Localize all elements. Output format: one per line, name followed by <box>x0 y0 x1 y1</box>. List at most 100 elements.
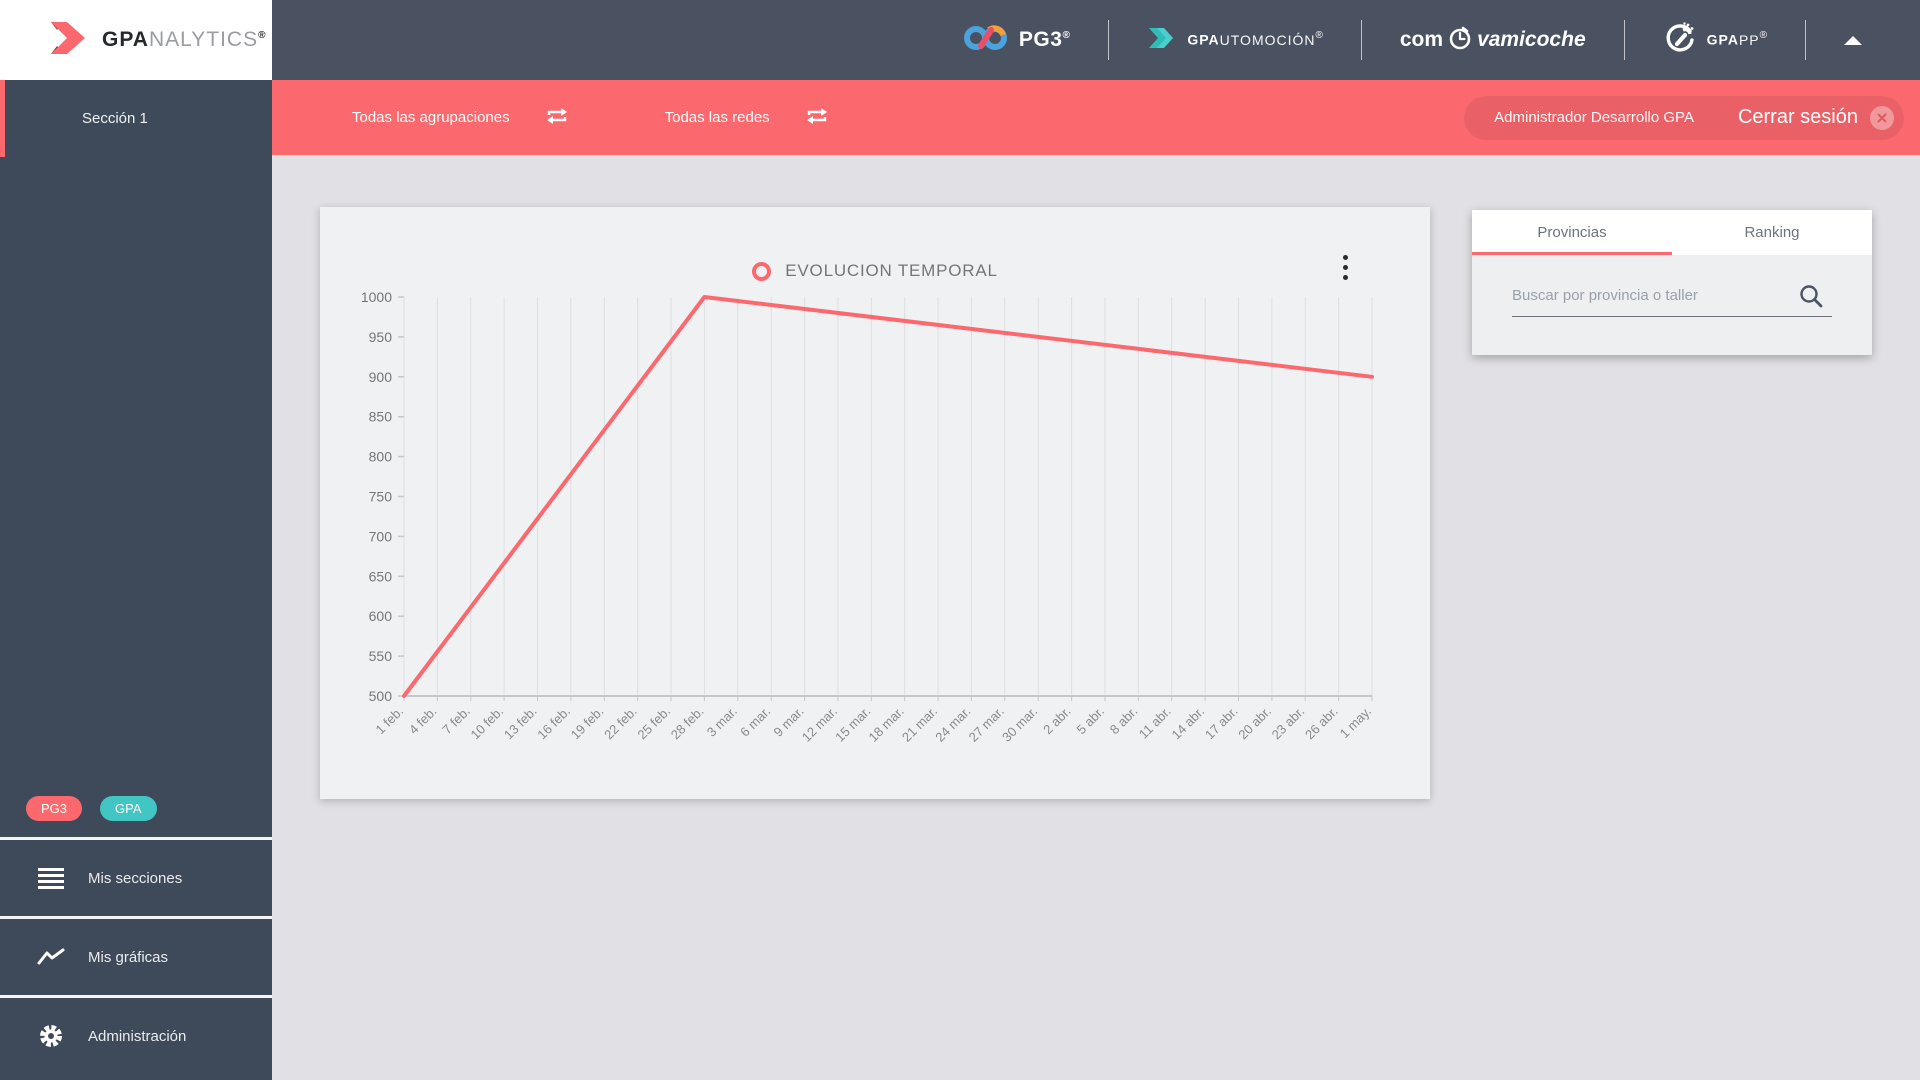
gpanalytics-arrow-icon <box>46 17 90 64</box>
section-label: Sección 1 <box>82 110 148 127</box>
svg-text:900: 900 <box>369 369 393 385</box>
filter-redes-button[interactable]: Todas las redes <box>665 104 830 132</box>
logout-label: Cerrar sesión <box>1737 106 1858 128</box>
search-input[interactable] <box>1512 275 1832 317</box>
wrench-circle-icon <box>1663 21 1697 60</box>
sidebar-item-seccion-1[interactable]: Sección 1 <box>0 80 272 157</box>
pg3-badge[interactable]: PG3 <box>26 796 83 821</box>
panel-search-area <box>1472 255 1872 355</box>
swap-arrows-icon <box>544 104 570 132</box>
svg-text:16 feb.: 16 feb. <box>534 704 573 743</box>
svg-text:24 mar.: 24 mar. <box>932 704 973 745</box>
tab-provincias[interactable]: Provincias <box>1472 210 1672 255</box>
filter-agrupaciones-button[interactable]: Todas las agrupaciones <box>352 104 570 132</box>
page: { "header": { "logos": [ {"name": "PG3",… <box>0 0 1920 1080</box>
chart-legend: EVOLUCION TEMPORAL <box>320 261 1430 281</box>
svg-text:20 abr.: 20 abr. <box>1235 704 1274 743</box>
gpautomocion-arrow-icon <box>1147 25 1177 56</box>
sidebar-item-mis-graficas[interactable]: Mis gráficas <box>0 916 272 995</box>
gpapp-logo-text: GPAPP® <box>1706 30 1767 48</box>
svg-text:950: 950 <box>369 329 393 345</box>
user-session-pill: Administrador Desarrollo GPA Cerrar sesi… <box>1464 95 1904 140</box>
svg-text:750: 750 <box>369 489 393 505</box>
svg-text:650: 650 <box>369 568 393 584</box>
svg-text:550: 550 <box>369 648 393 664</box>
sidebar: GPANALYTICS® Sección 1 PG3 GPA Mis secci… <box>0 0 272 1080</box>
svg-text:6 mar.: 6 mar. <box>737 704 773 740</box>
gpanalytics-logo: GPANALYTICS® <box>0 0 272 80</box>
pg3-logo-text: PG3® <box>1018 28 1071 51</box>
pg3-logo: PG3® <box>963 22 1070 59</box>
chart-kebab-menu-icon[interactable] <box>1339 251 1352 284</box>
menu-item-label: Mis secciones <box>88 869 183 887</box>
menu-item-label: Mis gráficas <box>88 948 169 966</box>
top-header: PG3® GPAUTOMOCIÓN® com vamicoche GPAPP® <box>272 0 1920 80</box>
pg3-infinity-icon <box>963 22 1009 59</box>
search-icon[interactable] <box>1798 283 1824 314</box>
svg-text:12 mar.: 12 mar. <box>799 704 840 745</box>
gpanalytics-logo-text: GPANALYTICS® <box>102 28 267 51</box>
close-session-x-icon <box>1870 105 1894 130</box>
filter-label: Todas las agrupaciones <box>352 109 510 126</box>
header-divider <box>1108 20 1110 60</box>
svg-text:700: 700 <box>369 528 393 544</box>
svg-text:25 feb.: 25 feb. <box>634 704 673 743</box>
svg-text:13 feb.: 13 feb. <box>501 704 540 743</box>
svg-text:17 abr.: 17 abr. <box>1202 704 1241 743</box>
sidebar-menu: Mis secciones Mis gráficas Administració… <box>0 837 272 1074</box>
tab-ranking[interactable]: Ranking <box>1672 210 1872 255</box>
svg-text:5 abr.: 5 abr. <box>1074 704 1108 738</box>
provinces-panel: Provincias Ranking <box>1472 210 1872 355</box>
sidebar-badges: PG3 GPA <box>26 796 157 821</box>
svg-text:21 mar.: 21 mar. <box>899 704 940 745</box>
svg-text:18 mar.: 18 mar. <box>866 704 907 745</box>
svg-text:500: 500 <box>369 688 393 704</box>
svg-text:27 mar.: 27 mar. <box>966 704 1007 745</box>
stopwatch-icon <box>1447 25 1473 56</box>
svg-text:10 feb.: 10 feb. <box>467 704 506 743</box>
svg-text:3 mar.: 3 mar. <box>704 704 740 740</box>
svg-text:19 feb.: 19 feb. <box>568 704 607 743</box>
header-divider <box>1623 20 1625 60</box>
svg-text:1 feb.: 1 feb. <box>373 704 407 738</box>
svg-text:1 may.: 1 may. <box>1337 704 1375 742</box>
svg-text:1000: 1000 <box>361 289 392 305</box>
svg-text:4 feb.: 4 feb. <box>406 704 440 738</box>
header-divider <box>1805 20 1806 60</box>
gpa-badge[interactable]: GPA <box>100 796 157 821</box>
gpautomocion-logo: GPAUTOMOCIÓN® <box>1147 25 1323 56</box>
sidebar-item-administracion[interactable]: Administración <box>0 995 272 1074</box>
svg-text:15 mar.: 15 mar. <box>832 704 873 745</box>
legend-open-circle-icon <box>752 261 772 281</box>
logout-button[interactable]: Cerrar sesión <box>1737 105 1894 130</box>
comprovamicoche-text-pre: com <box>1399 28 1444 51</box>
svg-text:8 abr.: 8 abr. <box>1107 704 1141 738</box>
svg-text:11 abr.: 11 abr. <box>1136 704 1174 742</box>
svg-text:30 mar.: 30 mar. <box>999 704 1040 745</box>
svg-text:26 abr.: 26 abr. <box>1302 704 1341 743</box>
svg-text:23 abr.: 23 abr. <box>1269 704 1308 743</box>
svg-text:800: 800 <box>369 449 393 465</box>
collapse-caret-up-icon[interactable] <box>1844 35 1862 45</box>
legend-label: EVOLUCION TEMPORAL <box>785 261 998 280</box>
svg-text:22 feb.: 22 feb. <box>601 704 640 743</box>
filter-label: Todas las redes <box>664 109 770 126</box>
svg-text:850: 850 <box>369 409 393 425</box>
comprovamicoche-logo: com vamicoche <box>1400 25 1586 56</box>
svg-text:600: 600 <box>369 608 393 624</box>
header-divider <box>1360 20 1362 60</box>
menu-lines-icon <box>36 867 66 889</box>
svg-text:28 feb.: 28 feb. <box>668 704 707 743</box>
user-label: Administrador Desarrollo GPA <box>1494 109 1694 126</box>
sidebar-item-mis-secciones[interactable]: Mis secciones <box>0 837 272 916</box>
filter-bar: Todas las agrupaciones Todas las redes A… <box>272 80 1920 155</box>
svg-text:2 abr.: 2 abr. <box>1040 704 1074 738</box>
line-chart-icon <box>36 948 66 966</box>
svg-text:14 abr.: 14 abr. <box>1168 704 1207 743</box>
evolution-chart-card: 1 feb. 4 feb. 7 feb. 10 feb. 13 feb. 16 feb. 1… <box>320 207 1430 799</box>
comprovamicoche-text-post: vamicoche <box>1477 28 1586 51</box>
evolution-chart-svg: 1 feb. 4 feb. 7 feb.10 feb.13 feb.16 feb.1… <box>361 289 1375 745</box>
gpapp-logo: GPAPP® <box>1663 21 1767 60</box>
panel-tabbar: Provincias Ranking <box>1472 210 1872 255</box>
gear-icon <box>36 1023 66 1049</box>
